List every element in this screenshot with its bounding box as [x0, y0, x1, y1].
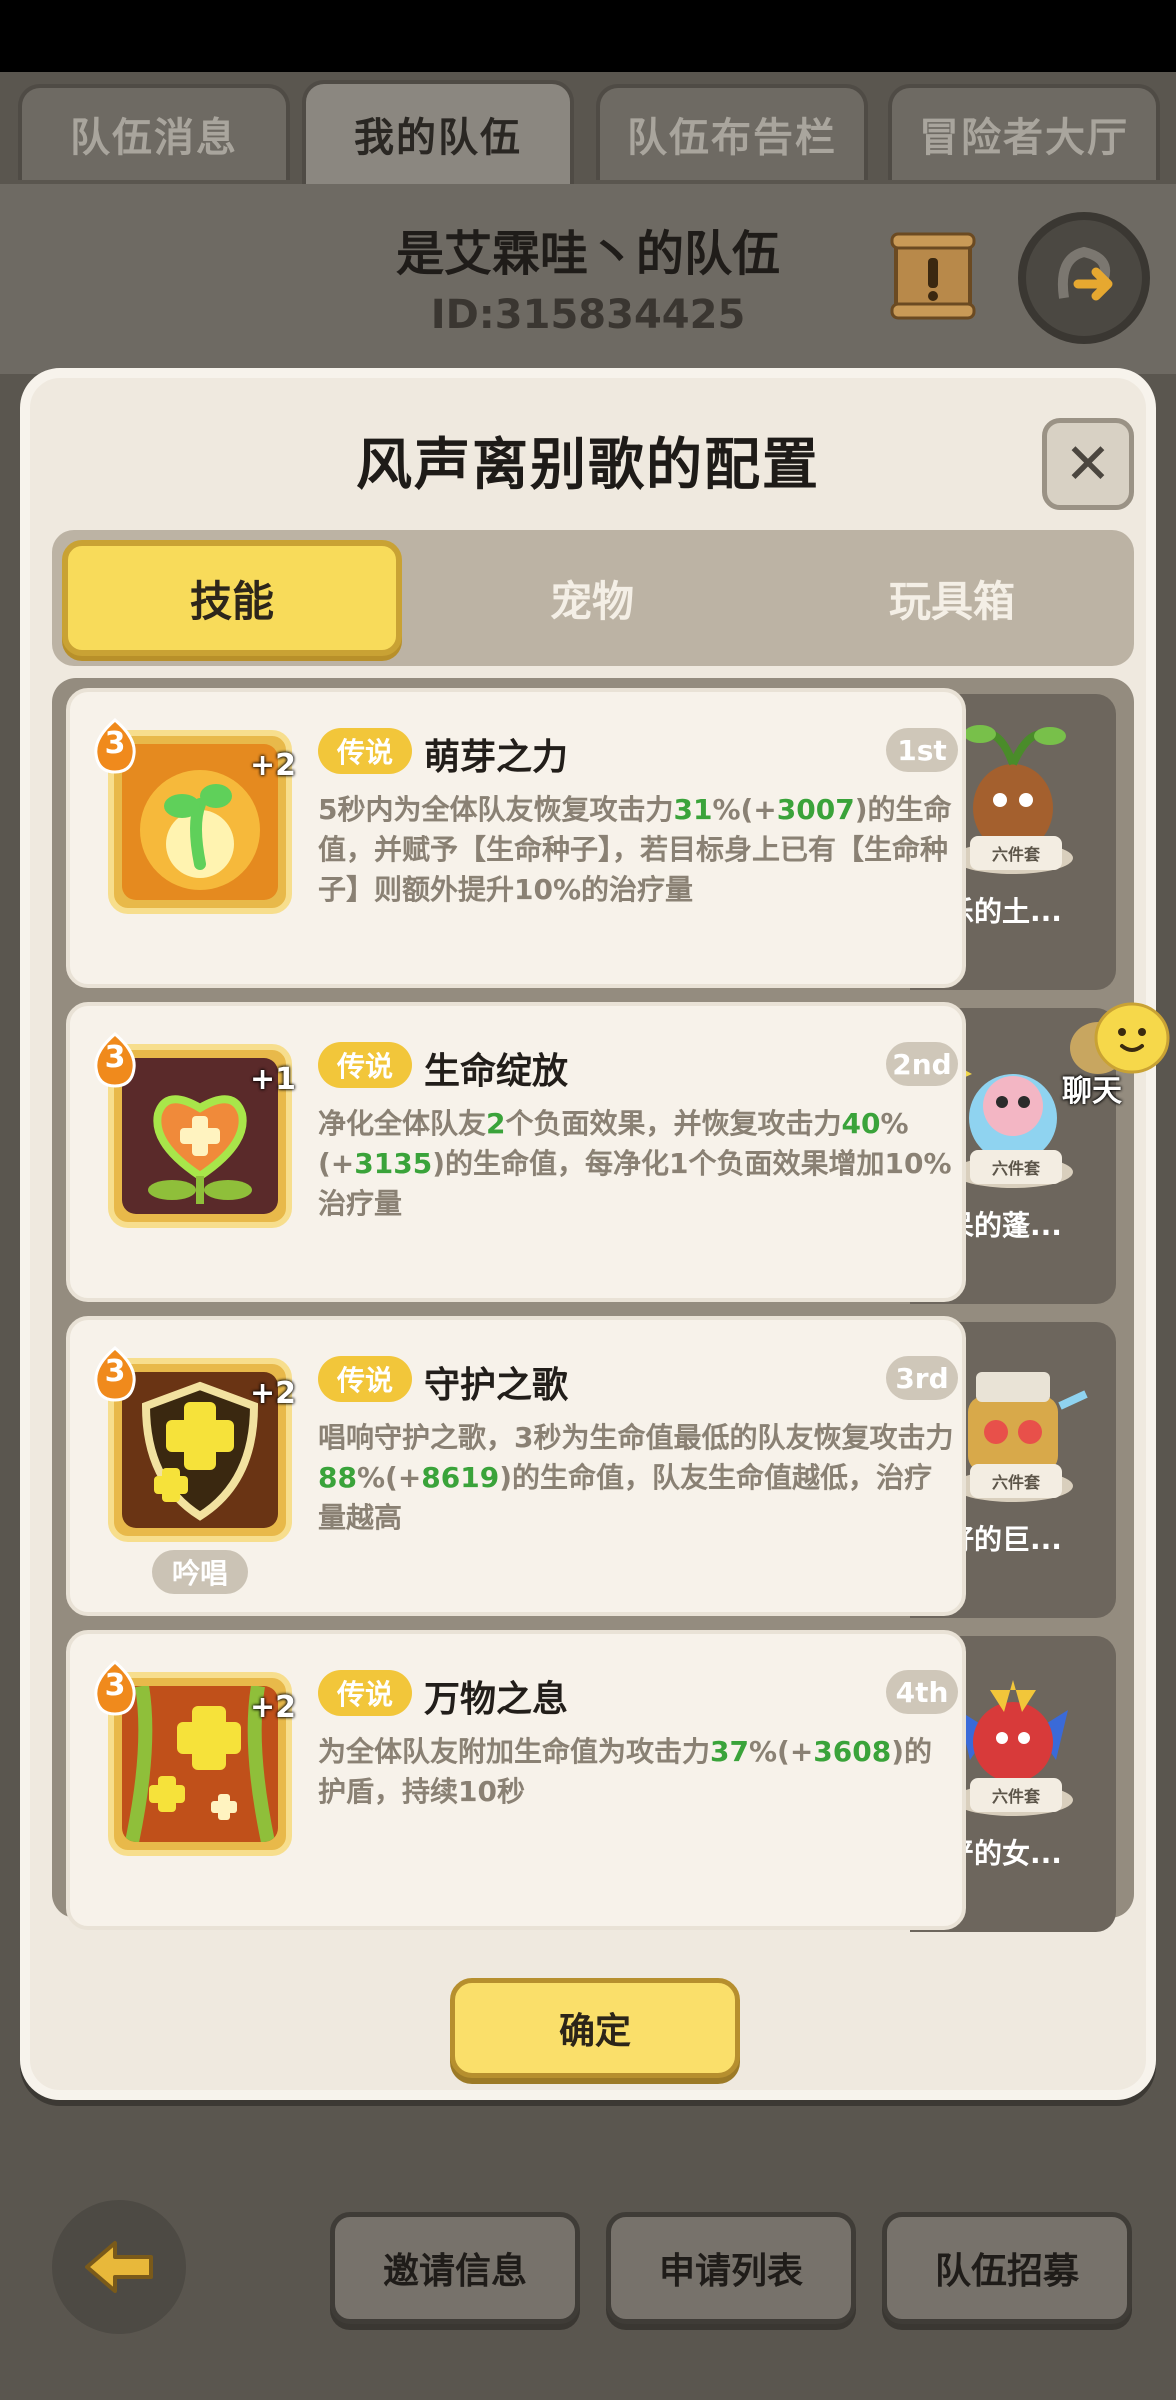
notice-scroll-icon[interactable]	[888, 228, 978, 324]
skill-card[interactable]: 3 +1 传说 生命绽放 2nd 净化全体队友2个负面效果，并恢复攻击力40%(…	[66, 1002, 966, 1302]
rank-badge: 2nd	[886, 1042, 958, 1086]
skill-description: 为全体队友附加生命值为攻击力37%(+3608)的护盾，持续10秒	[318, 1735, 933, 1808]
status-bar	[0, 0, 1176, 72]
team-recruit-button[interactable]: 队伍招募	[882, 2212, 1132, 2324]
skill-row: 六件套 威严的女... 3 +2 传说 万物之息 4th 为全体队友附加生命值为…	[52, 1630, 1134, 1934]
application-list-button[interactable]: 申请列表	[606, 2212, 856, 2324]
modal-title: 风声离别歌的配置	[356, 433, 820, 498]
rarity-badge: 传说	[318, 728, 412, 774]
skill-description: 唱响守护之歌，3秒为生命值最低的队友恢复攻击力88%(+8619)的生命值，队友…	[318, 1421, 954, 1534]
config-modal: 风声离别歌的配置 ✕ 技能 宠物 玩具箱 六件套 快乐的土... 3 +2 传说…	[20, 368, 1156, 2100]
skill-description: 净化全体队友2个负面效果，并恢复攻击力40%(+3135)的生命值，每净化1个负…	[318, 1107, 952, 1220]
upgrade-count: +2	[250, 1690, 297, 1725]
level-badge: 3	[92, 1660, 138, 1716]
tab-team-board[interactable]: 队伍布告栏	[596, 84, 868, 180]
back-arrow-icon	[85, 2241, 153, 2293]
team-id: ID:315834425	[430, 292, 746, 338]
config-tab-bar: 技能 宠物 玩具箱	[52, 530, 1134, 666]
skill-name: 守护之歌	[424, 1365, 569, 1406]
set-badge: 六件套	[970, 1778, 1062, 1812]
set-badge: 六件套	[970, 1464, 1062, 1498]
level-badge: 3	[92, 718, 138, 774]
set-badge: 六件套	[970, 1150, 1062, 1184]
skill-card[interactable]: 3 +2 传说 萌芽之力 1st 5秒内为全体队友恢复攻击力31%(+3007)…	[66, 688, 966, 988]
exit-icon	[1058, 246, 1113, 301]
skill-list: 六件套 快乐的土... 3 +2 传说 萌芽之力 1st 5秒内为全体队友恢复攻…	[52, 678, 1134, 1932]
invite-info-button[interactable]: 邀请信息	[330, 2212, 580, 2324]
close-button[interactable]: ✕	[1042, 418, 1134, 510]
skill-card[interactable]: 3 +2 传说 万物之息 4th 为全体队友附加生命值为攻击力37%(+3608…	[66, 1630, 966, 1930]
skill-description: 5秒内为全体队友恢复攻击力31%(+3007)的生命值，并赋予【生命种子】，若目…	[318, 793, 952, 906]
team-name: 是艾霖哇丶的队伍	[395, 226, 780, 282]
upgrade-count: +2	[250, 748, 297, 783]
level-badge: 3	[92, 1346, 138, 1402]
tab-my-team[interactable]: 我的队伍	[302, 80, 574, 184]
skill-row: 六件套 快乐的土... 3 +2 传说 萌芽之力 1st 5秒内为全体队友恢复攻…	[52, 688, 1134, 992]
chant-badge: 吟唱	[152, 1550, 248, 1594]
team-header: 是艾霖哇丶的队伍 ID:315834425	[0, 184, 1176, 374]
tab-pets[interactable]: 宠物	[422, 540, 762, 656]
exit-team-button[interactable]	[1018, 212, 1150, 344]
skill-card[interactable]: 3 +2 吟唱 传说 守护之歌 3rd 唱响守护之歌，3秒为生命值最低的队友恢复…	[66, 1316, 966, 1616]
set-badge: 六件套	[970, 836, 1062, 870]
tab-adventurer-hall[interactable]: 冒险者大厅	[888, 84, 1160, 180]
tab-toybox[interactable]: 玩具箱	[782, 540, 1122, 656]
upgrade-count: +1	[250, 1062, 297, 1097]
confirm-button[interactable]: 确定	[450, 1978, 740, 2078]
close-icon: ✕	[1064, 431, 1112, 497]
upgrade-count: +2	[250, 1376, 297, 1411]
tab-team-messages[interactable]: 队伍消息	[18, 84, 290, 180]
rank-badge: 1st	[886, 728, 958, 772]
skill-name: 萌芽之力	[424, 737, 569, 778]
chat-label[interactable]: 聊天	[1062, 1066, 1122, 1110]
skill-row: 六件套 友好的巨... 3 +2 吟唱 传说 守护之歌 3rd 唱响守护之歌，3…	[52, 1316, 1134, 1620]
top-tab-bar: 队伍消息 我的队伍 队伍布告栏 冒险者大厅	[0, 80, 1176, 184]
skill-name: 生命绽放	[424, 1051, 569, 1092]
level-badge: 3	[92, 1032, 138, 1088]
rank-badge: 4th	[886, 1670, 958, 1714]
rank-badge: 3rd	[886, 1356, 958, 1400]
rarity-badge: 传说	[318, 1670, 412, 1716]
back-button[interactable]	[52, 2200, 186, 2334]
rarity-badge: 传说	[318, 1356, 412, 1402]
rarity-badge: 传说	[318, 1042, 412, 1088]
skill-row: 六件套 发呆的蓬... 3 +1 传说 生命绽放 2nd 净化全体队友2个负面效…	[52, 1002, 1134, 1306]
tab-skills[interactable]: 技能	[62, 540, 402, 656]
skill-name: 万物之息	[424, 1679, 569, 1720]
